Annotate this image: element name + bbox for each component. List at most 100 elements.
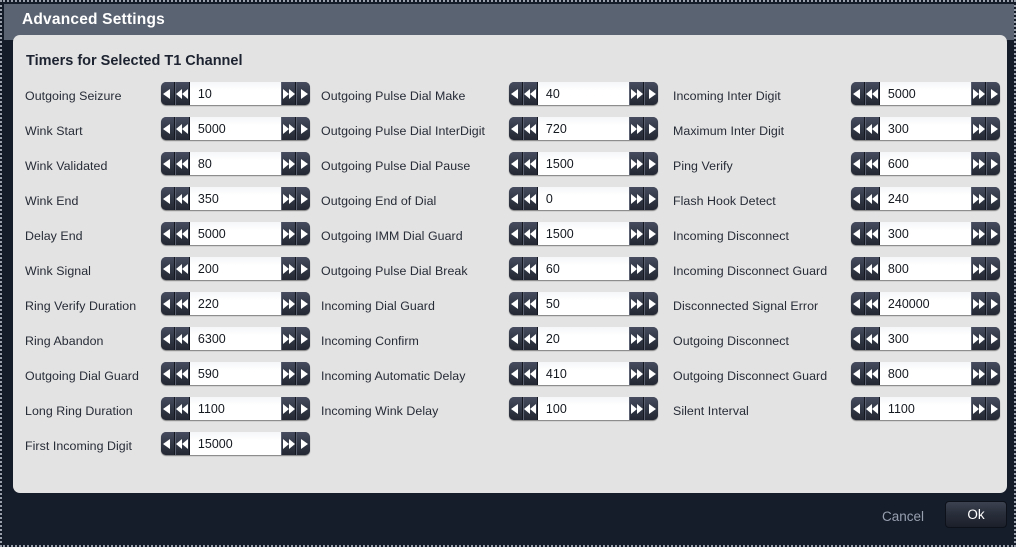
timer-value-input[interactable] (537, 362, 630, 385)
spinner-step-up-button[interactable] (296, 432, 310, 455)
timer-value-input[interactable] (189, 257, 282, 280)
spinner-step-up-button[interactable] (986, 187, 1000, 210)
spinner-step-down-button[interactable] (851, 362, 865, 385)
spinner-page-down-button[interactable] (522, 117, 538, 140)
timer-value-input[interactable] (189, 362, 282, 385)
spinner-step-up-button[interactable] (644, 257, 658, 280)
spinner-step-down-button[interactable] (851, 187, 865, 210)
timer-value-input[interactable] (189, 432, 282, 455)
spinner-step-up-button[interactable] (986, 152, 1000, 175)
spinner-page-up-button[interactable] (629, 397, 645, 420)
spinner-step-up-button[interactable] (644, 187, 658, 210)
spinner-page-down-button[interactable] (522, 292, 538, 315)
timer-value-input[interactable] (189, 187, 282, 210)
spinner-step-up-button[interactable] (296, 327, 310, 350)
spinner-page-down-button[interactable] (864, 327, 880, 350)
spinner-page-down-button[interactable] (174, 117, 190, 140)
spinner-page-down-button[interactable] (864, 362, 880, 385)
timer-value-input[interactable] (537, 257, 630, 280)
timer-value-input[interactable] (537, 222, 630, 245)
spinner-page-up-button[interactable] (971, 257, 987, 280)
spinner-page-up-button[interactable] (629, 222, 645, 245)
spinner-page-up-button[interactable] (629, 362, 645, 385)
timer-value-input[interactable] (537, 327, 630, 350)
spinner-page-down-button[interactable] (174, 257, 190, 280)
spinner-page-up-button[interactable] (281, 187, 297, 210)
spinner-step-up-button[interactable] (986, 222, 1000, 245)
spinner-step-up-button[interactable] (986, 117, 1000, 140)
spinner-step-down-button[interactable] (161, 152, 175, 175)
spinner-page-up-button[interactable] (281, 292, 297, 315)
spinner-step-down-button[interactable] (509, 82, 523, 105)
timer-value-input[interactable] (879, 362, 972, 385)
spinner-step-up-button[interactable] (296, 187, 310, 210)
timer-value-input[interactable] (189, 397, 282, 420)
timer-value-input[interactable] (537, 117, 630, 140)
spinner-page-up-button[interactable] (281, 152, 297, 175)
spinner-step-up-button[interactable] (296, 362, 310, 385)
spinner-step-up-button[interactable] (644, 222, 658, 245)
spinner-page-down-button[interactable] (864, 187, 880, 210)
timer-value-input[interactable] (189, 327, 282, 350)
spinner-page-up-button[interactable] (629, 292, 645, 315)
spinner-step-down-button[interactable] (161, 397, 175, 420)
spinner-page-up-button[interactable] (971, 362, 987, 385)
timer-value-input[interactable] (879, 222, 972, 245)
spinner-page-down-button[interactable] (174, 152, 190, 175)
spinner-step-down-button[interactable] (161, 257, 175, 280)
spinner-page-up-button[interactable] (971, 152, 987, 175)
spinner-page-down-button[interactable] (864, 82, 880, 105)
timer-value-input[interactable] (537, 292, 630, 315)
spinner-step-down-button[interactable] (851, 152, 865, 175)
spinner-step-up-button[interactable] (296, 117, 310, 140)
spinner-step-up-button[interactable] (296, 292, 310, 315)
spinner-page-up-button[interactable] (629, 82, 645, 105)
spinner-step-up-button[interactable] (986, 327, 1000, 350)
spinner-step-down-button[interactable] (509, 257, 523, 280)
spinner-step-down-button[interactable] (161, 362, 175, 385)
spinner-page-down-button[interactable] (522, 257, 538, 280)
spinner-step-down-button[interactable] (851, 327, 865, 350)
timer-value-input[interactable] (879, 187, 972, 210)
spinner-page-down-button[interactable] (522, 187, 538, 210)
timer-value-input[interactable] (189, 292, 282, 315)
spinner-page-up-button[interactable] (971, 117, 987, 140)
spinner-page-down-button[interactable] (522, 397, 538, 420)
spinner-page-up-button[interactable] (629, 187, 645, 210)
spinner-step-down-button[interactable] (851, 222, 865, 245)
spinner-page-up-button[interactable] (281, 117, 297, 140)
spinner-step-down-button[interactable] (509, 152, 523, 175)
timer-value-input[interactable] (537, 187, 630, 210)
spinner-page-down-button[interactable] (174, 432, 190, 455)
spinner-page-down-button[interactable] (174, 397, 190, 420)
spinner-page-up-button[interactable] (281, 82, 297, 105)
spinner-step-down-button[interactable] (509, 397, 523, 420)
spinner-step-down-button[interactable] (161, 327, 175, 350)
spinner-page-up-button[interactable] (629, 327, 645, 350)
timer-value-input[interactable] (879, 327, 972, 350)
spinner-page-up-button[interactable] (971, 327, 987, 350)
spinner-step-up-button[interactable] (644, 362, 658, 385)
spinner-step-down-button[interactable] (509, 117, 523, 140)
spinner-step-up-button[interactable] (986, 362, 1000, 385)
spinner-step-up-button[interactable] (644, 397, 658, 420)
spinner-step-down-button[interactable] (851, 292, 865, 315)
spinner-page-up-button[interactable] (281, 222, 297, 245)
spinner-page-up-button[interactable] (971, 82, 987, 105)
cancel-button[interactable]: Cancel (874, 503, 932, 530)
spinner-step-down-button[interactable] (509, 222, 523, 245)
spinner-page-down-button[interactable] (522, 152, 538, 175)
spinner-page-up-button[interactable] (281, 432, 297, 455)
timer-value-input[interactable] (879, 292, 972, 315)
spinner-page-up-button[interactable] (281, 397, 297, 420)
spinner-step-down-button[interactable] (851, 257, 865, 280)
spinner-step-up-button[interactable] (296, 82, 310, 105)
spinner-page-up-button[interactable] (971, 187, 987, 210)
spinner-page-down-button[interactable] (522, 82, 538, 105)
spinner-page-up-button[interactable] (971, 292, 987, 315)
spinner-step-up-button[interactable] (986, 397, 1000, 420)
spinner-page-down-button[interactable] (864, 222, 880, 245)
spinner-page-down-button[interactable] (864, 117, 880, 140)
spinner-page-down-button[interactable] (522, 222, 538, 245)
spinner-step-down-button[interactable] (851, 117, 865, 140)
